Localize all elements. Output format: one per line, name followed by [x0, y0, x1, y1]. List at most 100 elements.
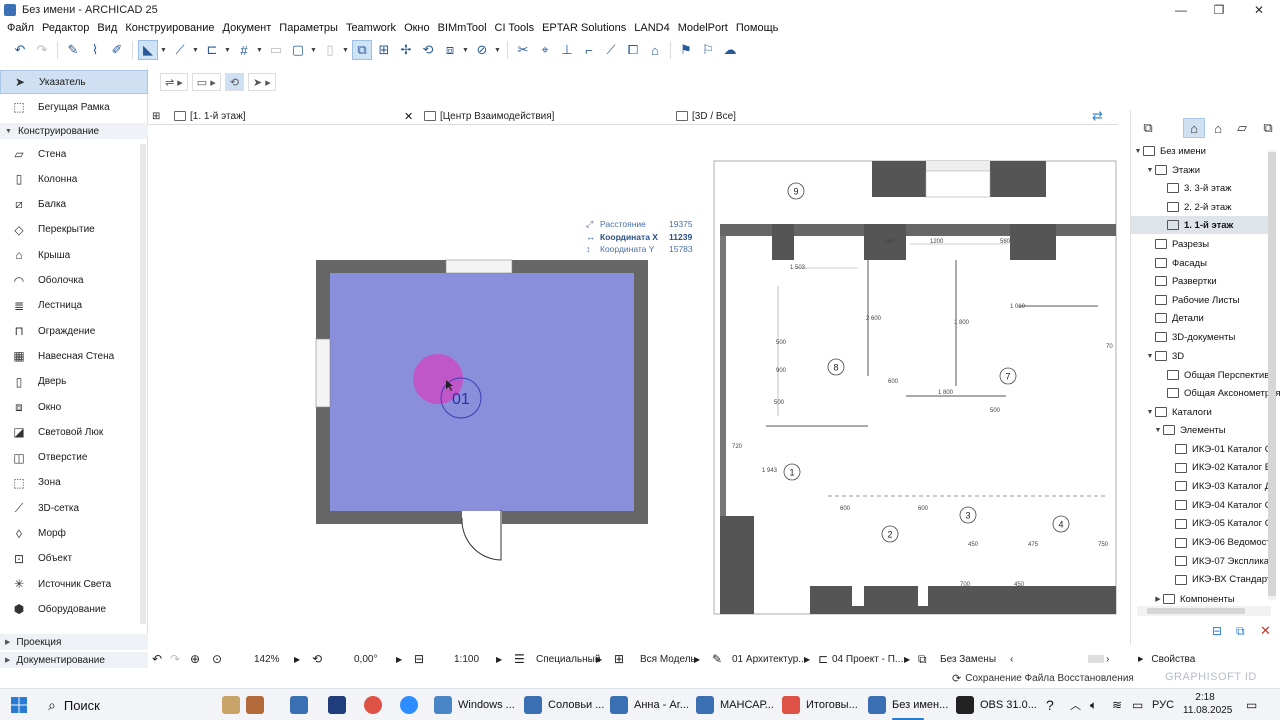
taskbar-app-2[interactable]: Анна - Ar... — [610, 693, 689, 717]
tree-project-root[interactable]: ▼ Без имени — [1133, 142, 1273, 160]
elevate-icon[interactable]: ⊘ — [472, 40, 492, 60]
tree-schedule-item[interactable]: ИКЭ-05 Каталог О — [1165, 515, 1280, 533]
rotate-marquee-icon[interactable]: ⟲ — [224, 73, 244, 91]
dimension-style-icon[interactable]: ⊏ — [818, 650, 828, 668]
tool-pointer[interactable]: ➤ Указатель — [0, 70, 148, 94]
floor-plan-view-icon[interactable]: ⊞ — [374, 40, 394, 60]
menu-ci-tools[interactable]: CI Tools — [491, 22, 539, 34]
guide-line-icon[interactable]: ⟋ — [170, 40, 190, 60]
orientation-dropdown-icon[interactable]: ▶ — [396, 650, 402, 668]
navigator-horizontal-scrollbar[interactable] — [1137, 606, 1271, 616]
flag-icon[interactable]: ⚑ — [676, 40, 696, 60]
explode-icon[interactable]: ⌂ — [645, 40, 665, 60]
toolbox-section-design[interactable]: ▼ Конструирование — [0, 123, 148, 139]
tool-railing[interactable]: ⊓ Ограждение — [0, 319, 148, 343]
tool-beam[interactable]: ⧄ Балка — [0, 193, 148, 217]
redo-view-icon[interactable]: ↷ — [170, 650, 180, 668]
tool-curtain-wall[interactable]: ▦ Навесная Стена — [0, 344, 148, 368]
model-view-icon[interactable]: ⊞ — [614, 650, 624, 668]
zoom-in-icon[interactable]: ⊕ — [190, 650, 200, 668]
orientation-value[interactable]: 0,00° — [354, 650, 377, 668]
model-view-value[interactable]: Вся Модель — [640, 650, 696, 668]
move-icon[interactable]: ✢ — [396, 40, 416, 60]
taskbar-search[interactable]: ⌕ Поиск — [48, 693, 208, 717]
snap-icon[interactable]: ⊏ — [202, 40, 222, 60]
zoom-fit-icon[interactable]: ⊙ — [212, 650, 222, 668]
geometry-method-icon[interactable]: ⇌ ▸ — [160, 73, 188, 91]
layout-book-icon[interactable]: ▱ — [1231, 118, 1253, 138]
taskbar-app-6[interactable]: OBS 31.0... — [956, 693, 1037, 717]
menu-design[interactable]: Конструирование — [121, 22, 218, 34]
toolbox-scrollbar[interactable] — [140, 144, 146, 624]
undo-icon[interactable]: ↶ — [10, 40, 30, 60]
input-language[interactable]: РУС — [1152, 693, 1174, 717]
undo-view-icon[interactable]: ↶ — [152, 650, 162, 668]
pen-set-dropdown-icon[interactable]: ▶ — [804, 650, 810, 668]
tree-elements[interactable]: ▼ Элементы — [1153, 421, 1280, 439]
dimension-style-value[interactable]: 04 Проект - П... — [832, 650, 903, 668]
menu-teamwork[interactable]: Teamwork — [342, 22, 400, 34]
model-view-dropdown-icon[interactable]: ▶ — [694, 650, 700, 668]
wifi-icon[interactable]: ≋ — [1112, 693, 1122, 717]
menu-document[interactable]: Документ — [219, 22, 276, 34]
renovation-icon[interactable]: ⧉ — [918, 650, 927, 668]
view-map-icon[interactable]: ⌂ — [1207, 118, 1229, 138]
navigator-menu-icon[interactable]: ⧉ — [1137, 118, 1159, 138]
tree-3d-documents[interactable]: 3D-документы — [1145, 328, 1280, 346]
layers-icon[interactable]: ☰ — [514, 650, 525, 668]
menu-land4[interactable]: LAND4 — [630, 22, 673, 34]
layer-combination-value[interactable]: Специальный — [536, 650, 600, 668]
tool-door[interactable]: ▯ Дверь — [0, 370, 148, 394]
tree-story-3[interactable]: 3. 3-й этаж — [1157, 179, 1280, 197]
tree-sections[interactable]: Разрезы — [1145, 235, 1280, 253]
tab-list-icon[interactable]: ⊞ — [152, 107, 160, 125]
tool-object[interactable]: ⊡ Объект — [0, 547, 148, 571]
close-tab-icon[interactable]: ✕ — [404, 107, 413, 125]
tree-schedule-item[interactable]: ИКЭ-04 Каталог О — [1165, 496, 1280, 514]
rotate-icon[interactable]: ⟲ — [418, 40, 438, 60]
taskbar-app-4[interactable]: Итоговы... — [782, 693, 858, 717]
pen-set-value[interactable]: 01 Архитектур... — [732, 650, 807, 668]
tray-chevron-icon[interactable]: ︿ — [1070, 693, 1081, 717]
pick-up-parameters-icon[interactable]: ✎ — [63, 40, 83, 60]
tree-stories[interactable]: ▼ Этажи — [1145, 161, 1280, 179]
publisher-icon[interactable]: ⧉ — [1257, 118, 1279, 138]
tool-zone[interactable]: ⬚ Зона — [0, 471, 148, 495]
suspend-groups-icon[interactable]: ▢ — [288, 40, 308, 60]
tree-perspective[interactable]: Общая Перспектива — [1157, 366, 1280, 384]
menu-edit[interactable]: Редактор — [38, 22, 93, 34]
chevron-down-icon[interactable]: ▼ — [310, 47, 318, 54]
mirror-icon[interactable]: ⧈ — [440, 40, 460, 60]
grid-snap-icon[interactable]: # — [234, 40, 254, 60]
tool-roof[interactable]: ⌂ Крыша — [0, 243, 148, 267]
chevron-down-icon[interactable]: ▼ — [160, 47, 168, 54]
eyedropper-icon[interactable]: ⌇ — [85, 40, 105, 60]
tool-mesh[interactable]: ⟋ 3D-сетка — [0, 496, 148, 520]
chevron-down-icon[interactable]: ▼ — [224, 47, 232, 54]
tree-schedule-item[interactable]: ИКЭ-07 Экспликац — [1165, 552, 1280, 570]
renovation-value[interactable]: Без Замены — [940, 650, 996, 668]
battery-icon[interactable]: ▭ — [1132, 693, 1143, 717]
menu-bimmtool[interactable]: BIMmTool — [434, 22, 491, 34]
tool-stair[interactable]: ≣ Лестница — [0, 294, 148, 318]
rotation-icon[interactable]: ⟲ — [312, 650, 322, 668]
tree-worksheets[interactable]: Рабочие Листы — [1145, 291, 1280, 309]
speaker-icon[interactable]: 🔈︎ — [1090, 693, 1097, 717]
tool-morph[interactable]: ◊ Морф — [0, 522, 148, 546]
bim-cloud-icon[interactable]: ☁ — [720, 40, 740, 60]
tree-schedule-item[interactable]: ИКЭ-02 Каталог Во — [1165, 459, 1280, 477]
tab-3d[interactable]: [3D / Все] — [676, 107, 736, 125]
tree-schedules[interactable]: ▼ Каталоги — [1145, 403, 1280, 421]
new-viewpoint-icon[interactable]: ⊟ — [1212, 624, 1222, 638]
tool-slab[interactable]: ◇ Перекрытие — [0, 218, 148, 242]
graphisoft-id-brand[interactable]: GRAPHISOFT ID — [1165, 671, 1257, 683]
taskbar-app-0[interactable]: Windows ... — [434, 693, 515, 717]
menu-eptar[interactable]: EPTAR Solutions — [538, 22, 630, 34]
widget-icon[interactable] — [222, 693, 246, 717]
maximize-button[interactable]: ❐ — [1200, 0, 1238, 20]
system-clock[interactable]: 2:18 11.08.2025 — [1183, 691, 1232, 717]
intersect-icon[interactable]: ⊥ — [557, 40, 577, 60]
tool-marquee[interactable]: ⬚ Бегущая Рамка — [0, 95, 148, 119]
close-window-button[interactable]: ✕ — [1240, 0, 1278, 20]
dimension-dropdown-icon[interactable]: ▶ — [904, 650, 910, 668]
